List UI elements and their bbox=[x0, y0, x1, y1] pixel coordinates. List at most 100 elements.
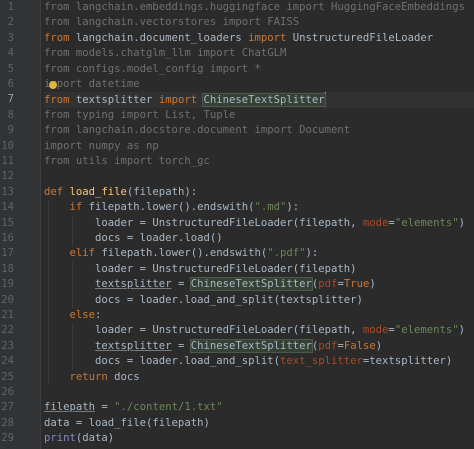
indent-guide bbox=[72, 323, 73, 370]
code-line[interactable]: loader = UnstructuredFileLoader(filepath… bbox=[44, 262, 474, 277]
code-line[interactable]: docs = loader.load_and_split(textsplitte… bbox=[44, 293, 474, 308]
line-number: 28 bbox=[1, 416, 14, 429]
code-token: ".md" bbox=[254, 201, 287, 214]
line-number: 20 bbox=[1, 293, 14, 306]
code-token: pdf bbox=[318, 339, 338, 352]
code-line[interactable]: if filepath.lower().endswith(".md"): bbox=[44, 200, 474, 215]
code-editor[interactable]: 1 2 3 4 5 6 7 8 9 10 11 12 13 14 15 16 17 18 19 20 21 22 23 24 2… bbox=[0, 0, 474, 449]
code-token: ChineseTextSplitter bbox=[189, 338, 313, 353]
indent-guide bbox=[72, 215, 73, 247]
code-token: ChineseTextSplitter bbox=[202, 93, 326, 108]
line-number: 6 bbox=[7, 78, 14, 90]
code-token: ): bbox=[305, 247, 319, 260]
code-token: elif bbox=[69, 247, 102, 260]
code-token: from langchain.embeddings.huggingface im… bbox=[44, 1, 465, 13]
code-line[interactable]: from langchain.document_loaders import U… bbox=[44, 31, 474, 46]
code-line[interactable]: docs = loader.load() bbox=[44, 231, 474, 246]
code-token: text_splitter bbox=[280, 355, 363, 368]
line-number: 7 bbox=[7, 93, 14, 106]
code-line[interactable]: elif filepath.lower().endswith(".pdf"): bbox=[44, 246, 474, 261]
code-line[interactable]: from models.chatglm_llm import ChatGLM bbox=[44, 46, 474, 61]
code-token: print bbox=[44, 432, 76, 445]
code-line[interactable]: from configs.model_config import * bbox=[44, 62, 474, 77]
code-line[interactable]: from utils import torch_gc bbox=[44, 154, 474, 169]
code-token: else bbox=[69, 309, 96, 321]
code-token: "./content/1.txt" bbox=[114, 401, 223, 414]
code-line[interactable]: loader = UnstructuredFileLoader(filepath… bbox=[44, 216, 474, 231]
code-line[interactable]: import numpy as np bbox=[44, 139, 474, 154]
code-token: True bbox=[343, 278, 370, 291]
code-token: if bbox=[69, 201, 89, 214]
indent-guide bbox=[72, 261, 73, 308]
line-number: 23 bbox=[1, 339, 14, 352]
code-token: from utils import torch_gc bbox=[44, 155, 210, 167]
code-token: loader = UnstructuredFileLoader(filepath… bbox=[44, 216, 363, 229]
code-line[interactable]: from langchain.embeddings.huggingface im… bbox=[44, 0, 474, 15]
line-number: 1 bbox=[7, 1, 14, 13]
code-line[interactable]: data = load_file(filepath) bbox=[44, 416, 474, 431]
line-number: 2 bbox=[7, 16, 14, 29]
code-token: ): bbox=[286, 201, 300, 214]
code-token: import datetime bbox=[44, 78, 140, 90]
code-token: ) bbox=[458, 324, 465, 337]
code-line[interactable]: else: bbox=[44, 308, 474, 323]
code-token: from configs.model_config import * bbox=[44, 62, 261, 75]
code-line[interactable]: textsplitter = ChineseTextSplitter(pdf=F… bbox=[44, 338, 474, 354]
code-token: load_file bbox=[69, 185, 127, 198]
code-token: filepath.lower().endswith( bbox=[101, 247, 268, 260]
code-token: = bbox=[95, 401, 115, 414]
line-number: 21 bbox=[1, 309, 14, 321]
line-number: 11 bbox=[1, 155, 14, 167]
line-number: 22 bbox=[1, 324, 14, 337]
code-line[interactable]: filepath = "./content/1.txt" bbox=[44, 400, 474, 415]
code-token: langchain.document_loaders bbox=[75, 31, 249, 44]
code-token: from bbox=[44, 94, 76, 107]
code-token: textsplitter bbox=[95, 278, 172, 291]
code-token: from langchain.docstore.document import … bbox=[44, 124, 351, 137]
code-line[interactable]: return docs bbox=[44, 370, 474, 385]
code-line[interactable]: loader = UnstructuredFileLoader(filepath… bbox=[44, 323, 474, 338]
line-number: 14 bbox=[1, 201, 14, 214]
code-line[interactable]: print(data) bbox=[44, 431, 474, 446]
code-line[interactable]: from typing import List, Tuple bbox=[44, 108, 474, 123]
line-number: 9 bbox=[7, 124, 14, 137]
code-token: "elements" bbox=[394, 324, 459, 337]
code-token: return bbox=[69, 370, 115, 383]
code-line[interactable]: docs = loader.load_and_split(text_splitt… bbox=[44, 354, 474, 369]
code-line[interactable]: textsplitter = ChineseTextSplitter(pdf=T… bbox=[44, 277, 474, 292]
code-token: docs = loader.load() bbox=[44, 232, 223, 244]
code-token: (filepath): bbox=[126, 185, 198, 198]
code-token: from langchain.vectorstores import FAISS bbox=[44, 16, 300, 29]
code-token: ChineseTextSplitter bbox=[189, 277, 313, 292]
code-token: docs = loader.load_and_split(textsplitte… bbox=[44, 293, 363, 306]
line-number-gutter[interactable]: 1 2 3 4 5 6 7 8 9 10 11 12 13 14 15 16 17 18 19 20 21 22 23 24 2… bbox=[0, 0, 41, 449]
lightbulb-icon[interactable] bbox=[49, 81, 57, 89]
line-number: 24 bbox=[1, 355, 14, 368]
code-token: filepath bbox=[44, 401, 96, 414]
code-line[interactable]: from textsplitter import ChineseTextSpli… bbox=[44, 92, 474, 108]
code-line[interactable]: def load_file(filepath): bbox=[44, 185, 474, 200]
line-number: 15 bbox=[1, 216, 14, 229]
code-line[interactable]: from langchain.docstore.document import … bbox=[44, 123, 474, 138]
line-number: 8 bbox=[7, 108, 14, 121]
code-line[interactable]: from langchain.vectorstores import FAISS bbox=[44, 15, 474, 30]
code-line[interactable]: import datetime bbox=[44, 77, 474, 92]
line-number: 10 bbox=[1, 139, 14, 152]
line-number: 29 bbox=[1, 432, 14, 445]
code-token: UnstructuredFileLoader bbox=[292, 31, 434, 44]
code-token: textsplitter bbox=[95, 339, 172, 352]
code-token: textsplitter bbox=[75, 94, 159, 107]
code-token: def bbox=[44, 185, 70, 198]
code-line[interactable] bbox=[44, 169, 474, 184]
code-token: = bbox=[171, 339, 191, 352]
code-token: ) bbox=[458, 216, 465, 229]
code-token: mode bbox=[362, 324, 389, 337]
code-token: data = load_file(filepath) bbox=[44, 416, 210, 429]
code-token: loader = UnstructuredFileLoader(filepath… bbox=[44, 324, 363, 337]
code-token: loader = UnstructuredFileLoader(filepath… bbox=[44, 262, 357, 275]
code-token: docs bbox=[114, 370, 140, 383]
line-number: 12 bbox=[1, 170, 14, 183]
code-line[interactable] bbox=[44, 385, 474, 400]
